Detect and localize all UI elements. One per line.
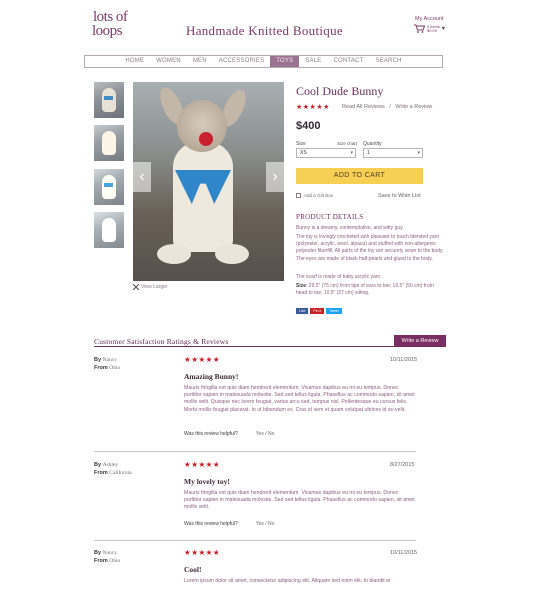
- helpful-yes-no[interactable]: Yes / No: [256, 521, 275, 527]
- pinterest-pin-button[interactable]: Pin it: [310, 308, 325, 314]
- review-headline: My lovely toy!: [184, 477, 230, 486]
- twitter-tweet-button[interactable]: Tweet: [326, 308, 342, 314]
- main-nav: HOME WOMEN MEN ACCESSORIES TOYS SALE CON…: [84, 55, 443, 68]
- reviews-links: Read All Reviews / Write a Review: [342, 104, 432, 110]
- review-author: By Nancy From Ohio: [94, 356, 120, 372]
- nav-men[interactable]: MEN: [187, 56, 213, 67]
- cart-total: $0.00: [427, 27, 438, 33]
- nav-contact[interactable]: CONTACT: [327, 56, 369, 67]
- logo-line-1: lots of: [93, 9, 128, 25]
- reviews-separator: /: [389, 104, 391, 110]
- read-all-reviews-link[interactable]: Read All Reviews: [342, 104, 385, 110]
- nav-search[interactable]: SEARCH: [369, 56, 407, 67]
- reviews-divider: [94, 346, 445, 347]
- size-select-value: XS: [300, 150, 307, 156]
- quantity-select[interactable]: 1 ▾: [363, 148, 423, 158]
- review-helpful: Was this review helpful? Yes / No: [184, 521, 274, 527]
- chevron-down-icon: ▾: [441, 26, 445, 32]
- helpful-label: Was this review helpful?: [184, 431, 238, 437]
- logo[interactable]: lots of loops: [92, 9, 139, 40]
- gift-box-option[interactable]: Add a Gift Box: [296, 193, 333, 198]
- review-stars: ★★★★★: [184, 548, 221, 557]
- reviewer-location: Ohio: [109, 558, 121, 564]
- details-size-text: : 29.5" (75 cm) from tips of ears to toe…: [296, 283, 434, 297]
- nav-home[interactable]: HOME: [119, 56, 150, 67]
- by-label: By: [94, 462, 102, 468]
- nav-toys[interactable]: TOYS: [270, 56, 300, 67]
- gift-box-checkbox[interactable]: [296, 193, 301, 198]
- cart-summary[interactable]: 0 items $0.00 ▾: [414, 24, 445, 33]
- review-divider: [94, 451, 416, 452]
- from-label: From: [94, 470, 108, 476]
- product-price: $400: [296, 120, 321, 132]
- details-paragraph-3: The scarf is made of baby acrylic yarn.: [296, 274, 382, 280]
- product-details-heading: PRODUCT DETAILS: [296, 213, 364, 221]
- product-rating-stars: ★★★★★: [296, 104, 330, 111]
- from-label: From: [94, 365, 108, 371]
- review-body: Lorem ipsum dolor sit amet, consectetur …: [184, 578, 391, 584]
- facebook-like-button[interactable]: Like: [296, 308, 309, 314]
- chevron-right-icon: ›: [272, 168, 278, 185]
- review-body: Mauris fringilla est quis diam hendrerit…: [184, 490, 415, 511]
- nav-women[interactable]: WOMEN: [150, 56, 187, 67]
- gift-box-label: Add a Gift Box: [304, 193, 334, 198]
- review-date: 10/11/2015: [390, 550, 418, 556]
- size-select[interactable]: XS ▾: [296, 148, 356, 158]
- review-headline: Cool!: [184, 565, 202, 574]
- reviews-heading: Customer Satisfaction Ratings & Reviews: [94, 337, 229, 346]
- reviewer-name: Nancy: [102, 357, 117, 363]
- product-thumbnail[interactable]: [94, 169, 124, 205]
- review-divider: [94, 540, 416, 541]
- size-chart-link[interactable]: Size chart: [337, 141, 357, 146]
- quantity-select-value: 1: [367, 150, 370, 156]
- size-label: Size: [296, 141, 306, 147]
- logo-line-2: loops: [92, 23, 123, 40]
- nav-accessories[interactable]: ACCESSORIES: [213, 56, 271, 67]
- from-label: From: [94, 558, 108, 564]
- nav-sale[interactable]: SALE: [299, 56, 327, 67]
- by-label: By: [94, 550, 102, 556]
- gallery-prev-button[interactable]: ‹: [133, 162, 151, 192]
- chevron-down-icon: ▾: [350, 150, 353, 156]
- helpful-yes-no[interactable]: Yes / No: [256, 431, 275, 437]
- review-stars: ★★★★★: [184, 460, 221, 469]
- review-stars: ★★★★★: [184, 355, 221, 364]
- by-label: By: [94, 357, 102, 363]
- review-author: By Nancy From Ohio: [94, 549, 120, 565]
- view-larger-label: View Larger: [141, 284, 168, 290]
- details-paragraph-1: Bunny is a dreamy, contemplative, and wi…: [296, 225, 404, 231]
- details-paragraph-2: The toy is lovingly crocheted with pleas…: [296, 234, 444, 262]
- product-thumbnail[interactable]: [94, 82, 124, 118]
- review-body: Mauris fringilla est quis diam hendrerit…: [184, 385, 415, 413]
- gallery-next-button[interactable]: ›: [266, 162, 284, 192]
- cart-icon: [414, 24, 425, 33]
- wish-list-link[interactable]: Save to Wish List: [378, 193, 421, 199]
- review-date: 10/11/2015: [390, 357, 418, 363]
- share-buttons: Like Pin it Tweet: [296, 308, 342, 314]
- write-review-link[interactable]: Write a Review: [395, 104, 432, 110]
- review-date: 8/27/2015: [390, 462, 415, 468]
- product-main-image[interactable]: ‹ ›: [133, 82, 284, 281]
- review-helpful: Was this review helpful? Yes / No: [184, 431, 274, 437]
- review-headline: Amazing Bunny!: [184, 372, 239, 381]
- reviewer-location: California: [109, 470, 132, 476]
- reviewer-name: Ashley: [102, 462, 119, 468]
- chevron-left-icon: ‹: [139, 168, 145, 185]
- expand-icon: [133, 284, 139, 290]
- quantity-label: Quantity: [363, 141, 382, 147]
- view-larger-link[interactable]: View Larger: [133, 284, 168, 290]
- details-size-label: Size: [296, 283, 307, 289]
- helpful-label: Was this review helpful?: [184, 521, 238, 527]
- details-size: Size: 29.5" (75 cm) from tips of ears to…: [296, 283, 446, 297]
- product-thumbnail[interactable]: [94, 125, 124, 161]
- my-account-link[interactable]: My Account: [415, 16, 443, 22]
- review-author: By Ashley From California: [94, 461, 132, 477]
- product-thumbnail[interactable]: [94, 212, 124, 248]
- reviewer-location: Ohio: [109, 365, 121, 371]
- add-to-cart-button[interactable]: ADD TO CART: [296, 168, 423, 184]
- product-title: Cool Dude Bunny: [296, 84, 384, 98]
- site-tagline: Handmade Knitted Boutique: [186, 23, 343, 38]
- chevron-down-icon: ▾: [417, 150, 420, 156]
- reviewer-name: Nancy: [102, 550, 117, 556]
